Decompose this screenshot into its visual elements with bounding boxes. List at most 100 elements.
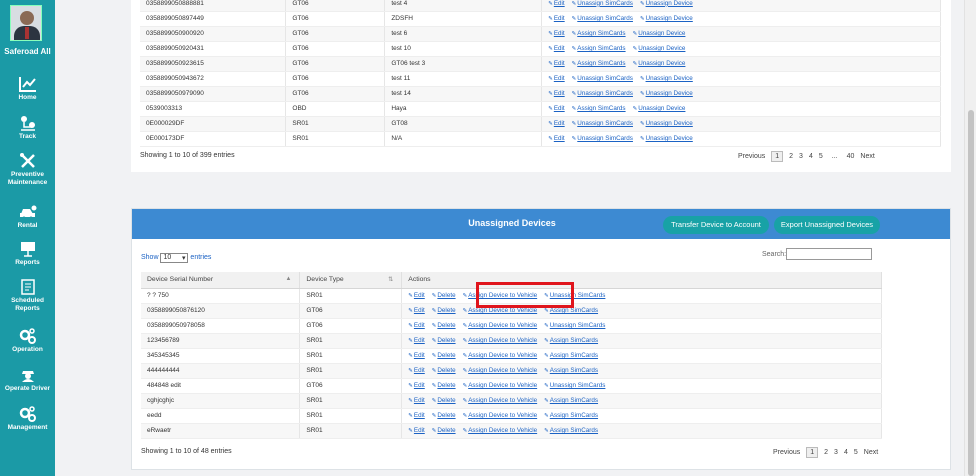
pagination-page[interactable]: 3 xyxy=(834,449,838,456)
pagination-next[interactable]: Next xyxy=(864,449,878,456)
column-header-type[interactable]: Device Type ⇅ xyxy=(299,272,403,289)
edit-link[interactable]: Edit xyxy=(408,427,425,434)
simcards-link[interactable]: Assign SimCards xyxy=(572,45,625,52)
simcards-link[interactable]: Unassign SimCards xyxy=(572,135,633,142)
unassign-device-link[interactable]: Unassign Device xyxy=(633,105,685,112)
simcards-link[interactable]: Assign SimCards xyxy=(544,427,598,434)
sidebar-item-management[interactable]: Management xyxy=(0,406,55,432)
edit-link[interactable]: Edit xyxy=(548,90,565,97)
simcards-link[interactable]: Unassign SimCards xyxy=(572,75,633,82)
simcards-link[interactable]: Unassign SimCards xyxy=(572,120,633,127)
sidebar-item-operation[interactable]: Operation xyxy=(0,328,55,354)
edit-link[interactable]: Edit xyxy=(548,15,565,22)
delete-link[interactable]: Delete xyxy=(432,307,455,314)
pagination-page[interactable]: 2 xyxy=(789,153,793,160)
edit-link[interactable]: Edit xyxy=(408,397,425,404)
unassign-device-link[interactable]: Unassign Device xyxy=(640,120,693,127)
edit-link[interactable]: Edit xyxy=(548,0,565,7)
assign-device-to-vehicle-link[interactable]: Assign Device to Vehicle xyxy=(463,307,537,314)
simcards-link[interactable]: Unassign SimCards xyxy=(572,0,633,7)
simcards-link[interactable]: Assign SimCards xyxy=(544,397,598,404)
edit-link[interactable]: Edit xyxy=(408,382,425,389)
pagination-page[interactable]: 2 xyxy=(824,449,828,456)
simcards-link[interactable]: Unassign SimCards xyxy=(544,382,606,389)
assign-device-to-vehicle-link[interactable]: Assign Device to Vehicle xyxy=(463,322,537,329)
delete-link[interactable]: Delete xyxy=(432,292,455,299)
edit-link[interactable]: Edit xyxy=(408,337,425,344)
unassign-device-link[interactable]: Unassign Device xyxy=(633,45,685,52)
assign-device-to-vehicle-link[interactable]: Assign Device to Vehicle xyxy=(463,427,537,434)
pagination-previous[interactable]: Previous xyxy=(773,449,800,456)
delete-link[interactable]: Delete xyxy=(432,427,455,434)
simcards-link[interactable]: Assign SimCards xyxy=(572,60,625,67)
assign-device-to-vehicle-link[interactable]: Assign Device to Vehicle xyxy=(463,382,537,389)
column-header-serial[interactable]: Device Serial Number ▲ xyxy=(141,272,301,289)
simcards-link[interactable]: Assign SimCards xyxy=(572,105,625,112)
delete-link[interactable]: Delete xyxy=(432,322,455,329)
edit-link[interactable]: Edit xyxy=(408,367,425,374)
delete-link[interactable]: Delete xyxy=(432,397,455,404)
unassign-device-link[interactable]: Unassign Device xyxy=(640,0,693,7)
scrollbar-thumb[interactable] xyxy=(968,110,974,476)
edit-link[interactable]: Edit xyxy=(408,412,425,419)
edit-link[interactable]: Edit xyxy=(408,307,425,314)
pagination-next[interactable]: Next xyxy=(860,153,874,160)
sidebar-item-track[interactable]: Track xyxy=(0,115,55,141)
transfer-device-button[interactable]: Transfer Device to Account xyxy=(663,216,769,234)
page-length-select[interactable]: 10 ▾ xyxy=(160,253,189,263)
simcards-link[interactable]: Assign SimCards xyxy=(544,352,598,359)
unassign-device-link[interactable]: Unassign Device xyxy=(633,30,685,37)
avatar[interactable] xyxy=(10,5,42,41)
page-scrollbar[interactable] xyxy=(964,0,976,476)
simcards-link[interactable]: Assign SimCards xyxy=(544,367,598,374)
simcards-link[interactable]: Unassign SimCards xyxy=(572,90,633,97)
edit-link[interactable]: Edit xyxy=(408,322,425,329)
sidebar-item-preventive-maintenance[interactable]: Preventive Maintenance xyxy=(0,153,55,187)
search-input[interactable] xyxy=(786,248,873,260)
assign-device-to-vehicle-link[interactable]: Assign Device to Vehicle xyxy=(463,367,537,374)
pagination-page[interactable]: 5 xyxy=(819,153,823,160)
pagination-previous[interactable]: Previous xyxy=(738,153,765,160)
unassign-device-link[interactable]: Unassign Device xyxy=(640,135,693,142)
sidebar-item-home[interactable]: Home xyxy=(0,76,55,102)
assign-device-to-vehicle-link[interactable]: Assign Device to Vehicle xyxy=(463,352,537,359)
simcards-link[interactable]: Assign SimCards xyxy=(544,412,598,419)
pagination-page[interactable]: 4 xyxy=(809,153,813,160)
unassign-device-link[interactable]: Unassign Device xyxy=(640,90,693,97)
delete-link[interactable]: Delete xyxy=(432,367,455,374)
sidebar-item-reports[interactable]: Reports xyxy=(0,241,55,267)
pagination-page[interactable]: 1 xyxy=(771,151,784,162)
sidebar-item-rental[interactable]: Rental xyxy=(0,204,55,230)
unassign-device-link[interactable]: Unassign Device xyxy=(640,75,693,82)
simcards-link[interactable]: Unassign SimCards xyxy=(544,322,606,329)
unassign-device-link[interactable]: Unassign Device xyxy=(633,60,685,67)
edit-link[interactable]: Edit xyxy=(548,30,565,37)
simcards-link[interactable]: Assign SimCards xyxy=(544,307,598,314)
delete-link[interactable]: Delete xyxy=(432,352,455,359)
sidebar-item-scheduled-reports[interactable]: Scheduled Reports xyxy=(0,279,55,313)
edit-link[interactable]: Edit xyxy=(548,45,565,52)
export-unassigned-button[interactable]: Export Unassigned Devices xyxy=(774,216,880,234)
pagination-page[interactable]: 1 xyxy=(806,447,819,458)
simcards-link[interactable]: Assign SimCards xyxy=(544,337,598,344)
delete-link[interactable]: Delete xyxy=(432,382,455,389)
edit-link[interactable]: Edit xyxy=(408,292,425,299)
edit-link[interactable]: Edit xyxy=(548,75,565,82)
pagination-page[interactable]: 3 xyxy=(799,153,803,160)
edit-link[interactable]: Edit xyxy=(548,105,565,112)
simcards-link[interactable]: Unassign SimCards xyxy=(572,15,633,22)
delete-link[interactable]: Delete xyxy=(432,337,455,344)
assign-device-to-vehicle-link[interactable]: Assign Device to Vehicle xyxy=(463,412,537,419)
sidebar-item-operate-driver[interactable]: Operate Driver xyxy=(0,367,55,393)
delete-link[interactable]: Delete xyxy=(432,412,455,419)
edit-link[interactable]: Edit xyxy=(548,60,565,67)
edit-link[interactable]: Edit xyxy=(408,352,425,359)
edit-link[interactable]: Edit xyxy=(548,120,565,127)
pagination-page[interactable]: 5 xyxy=(854,449,858,456)
simcards-link[interactable]: Assign SimCards xyxy=(572,30,625,37)
pagination-page[interactable]: 40 xyxy=(847,153,855,160)
edit-link[interactable]: Edit xyxy=(548,135,565,142)
assign-device-to-vehicle-link[interactable]: Assign Device to Vehicle xyxy=(463,337,537,344)
pagination-page[interactable]: 4 xyxy=(844,449,848,456)
assign-device-to-vehicle-link[interactable]: Assign Device to Vehicle xyxy=(463,397,537,404)
